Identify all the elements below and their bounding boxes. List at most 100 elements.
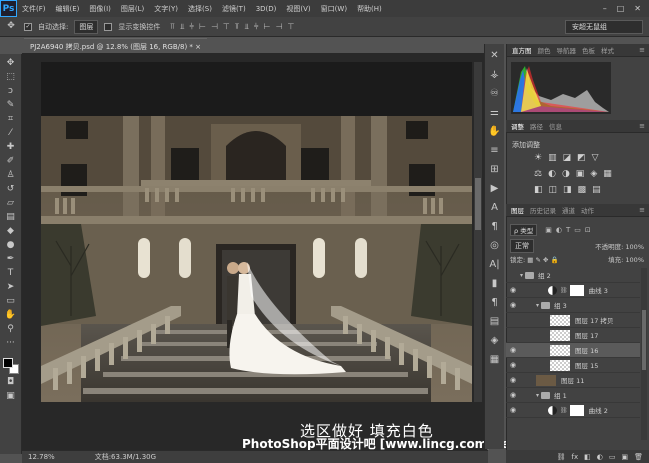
type-tool-icon[interactable]: T	[4, 268, 18, 279]
paragraph-icon[interactable]: ≡	[488, 145, 502, 156]
tab-navigator[interactable]: 导航器	[557, 45, 577, 55]
info-icon[interactable]: ▦	[488, 354, 502, 365]
menu-select[interactable]: 选择(S)	[183, 4, 217, 14]
auto-select-dropdown[interactable]: 图层	[74, 19, 99, 34]
new-layer-icon[interactable]: ▣	[621, 453, 628, 461]
posterize-adjustment-icon[interactable]: ◫	[549, 185, 558, 195]
tool-presets-icon[interactable]: ⊞	[488, 164, 502, 175]
layer-row[interactable]: ◉ ▾ 组 3	[506, 298, 640, 313]
layer-row[interactable]: 图层 17	[506, 328, 640, 343]
move-tool-icon[interactable]: ✥	[4, 21, 18, 32]
menu-3d[interactable]: 3D(D)	[251, 5, 282, 13]
quick-mask-icon[interactable]: ◘	[4, 377, 18, 388]
tab-histogram[interactable]: 直方图	[512, 45, 532, 55]
layer-row[interactable]: ◉ 图层 11	[506, 373, 640, 388]
minimize-icon[interactable]: –	[603, 4, 607, 13]
character-icon[interactable]: ✋	[488, 126, 502, 137]
history-brush-tool-icon[interactable]: ↺	[4, 184, 18, 195]
properties-icon[interactable]: ⚌	[488, 107, 502, 118]
menu-file[interactable]: 文件(F)	[17, 4, 51, 14]
menu-view[interactable]: 视图(V)	[281, 4, 315, 14]
distribute-right-icon[interactable]: ⊤	[287, 22, 294, 32]
threshold-adjustment-icon[interactable]: ◨	[563, 185, 572, 195]
screen-mode-icon[interactable]: ▣	[4, 391, 18, 402]
new-adjustment-icon[interactable]: ◐	[597, 453, 603, 461]
collapse-panels-icon[interactable]: ✕	[488, 50, 502, 61]
move-tool-icon[interactable]: ✥	[4, 58, 18, 69]
lasso-tool-icon[interactable]: ↄ	[4, 86, 18, 97]
tab-layers[interactable]: 图层	[511, 205, 524, 215]
brush-tool-icon[interactable]: ✐	[4, 156, 18, 167]
paths-icon[interactable]: ◈	[488, 335, 502, 346]
swatches-icon[interactable]: A	[488, 202, 502, 213]
foreground-color-swatch[interactable]	[2, 358, 13, 368]
3d-icon[interactable]: ◎	[488, 240, 502, 251]
hue-saturation-adjustment-icon[interactable]: ⚖	[534, 169, 542, 179]
opacity-value[interactable]: 100%	[625, 243, 644, 251]
canvas-scrollbar-thumb[interactable]	[475, 178, 481, 230]
panel-menu-icon[interactable]: ≡	[639, 206, 645, 214]
distribute-center-icon[interactable]: ⊣	[275, 22, 282, 32]
menu-edit[interactable]: 编辑(E)	[51, 4, 85, 14]
zoom-level[interactable]: 12.78%	[28, 453, 55, 461]
align-left-icon[interactable]: ⊢	[199, 22, 206, 32]
distribute-top-icon[interactable]: ⫪	[235, 22, 240, 32]
tab-paths[interactable]: 路径	[530, 121, 543, 131]
healing-brush-tool-icon[interactable]: ✚	[4, 142, 18, 153]
blend-mode-dropdown[interactable]: 正常	[510, 239, 534, 253]
layer-row-selected[interactable]: ◉ 图层 16	[506, 343, 640, 358]
add-mask-icon[interactable]: ◧	[584, 453, 591, 461]
menu-layer[interactable]: 图层(L)	[116, 4, 149, 14]
fill-value[interactable]: 100%	[625, 256, 644, 264]
curves-adjustment-icon[interactable]: ◪	[563, 153, 572, 163]
align-bottom-icon[interactable]: ⫩	[189, 22, 194, 32]
canvas-vertical-scrollbar[interactable]	[474, 62, 482, 402]
pixel-filter-icon[interactable]: ▣	[545, 226, 552, 234]
brightness-adjustment-icon[interactable]: ☀	[534, 153, 542, 163]
tab-actions[interactable]: 动作	[581, 205, 594, 215]
lock-icons[interactable]: ▦ ✎ ✥ 🔒	[527, 256, 558, 264]
color-lookup-adjustment-icon[interactable]: ▦	[603, 169, 612, 179]
group-expand-icon[interactable]: ▾	[536, 302, 539, 309]
eye-icon[interactable]: ◉	[506, 406, 520, 414]
brush-presets-icon[interactable]: ⚶	[488, 69, 502, 80]
layers-scrollbar-thumb[interactable]	[642, 310, 646, 370]
tab-info[interactable]: 信息	[549, 121, 562, 131]
tab-channels[interactable]: 通道	[562, 205, 575, 215]
tab-swatches[interactable]: 色板	[582, 45, 595, 55]
rectangle-tool-icon[interactable]: ▭	[4, 296, 18, 307]
hand-tool-icon[interactable]: ✋	[4, 310, 18, 321]
panel-menu-icon[interactable]: ≡	[639, 122, 645, 130]
menu-help[interactable]: 帮助(H)	[352, 4, 387, 14]
layer-row[interactable]: ▾ 组 2	[506, 268, 640, 283]
black-white-adjustment-icon[interactable]: ◑	[562, 169, 570, 179]
close-icon[interactable]: ✕	[634, 4, 641, 13]
tab-styles[interactable]: 样式	[601, 45, 614, 55]
eyedropper-tool-icon[interactable]: ⁄	[4, 128, 18, 139]
layer-filter-dropdown[interactable]: ρ 类型	[510, 224, 538, 236]
distribute-middle-icon[interactable]: ⫫	[244, 22, 249, 32]
exposure-adjustment-icon[interactable]: ◩	[577, 153, 586, 163]
gradient-map-adjustment-icon[interactable]: ▩	[578, 185, 587, 195]
crop-tool-icon[interactable]: ⌗	[4, 114, 18, 125]
selective-color-adjustment-icon[interactable]: ▤	[592, 185, 601, 195]
document-tab[interactable]: PJ2A6940 拷贝.psd @ 12.8% (图层 16, RGB/8) *…	[24, 38, 208, 53]
layer-row[interactable]: 图层 17 拷贝	[506, 313, 640, 328]
adjustment-filter-icon[interactable]: ◐	[556, 226, 562, 234]
eye-icon[interactable]: ◉	[506, 286, 520, 294]
invert-adjustment-icon[interactable]: ◧	[534, 185, 543, 195]
layer-row[interactable]: ◉ 图层 15	[506, 358, 640, 373]
workspace-dropdown[interactable]: 安超无鼠组	[565, 19, 643, 34]
clone-stamp-tool-icon[interactable]: ♙	[4, 170, 18, 181]
eye-icon[interactable]: ◉	[506, 376, 520, 384]
layer-style-icon[interactable]: fx	[572, 453, 579, 461]
type-filter-icon[interactable]: T	[566, 226, 570, 234]
distribute-left-icon[interactable]: ⊢	[264, 22, 271, 32]
eraser-tool-icon[interactable]: ▱	[4, 198, 18, 209]
layer-row[interactable]: ◉ ▾ 组 1	[506, 388, 640, 403]
link-layers-icon[interactable]: ⛓	[557, 453, 566, 461]
panel-menu-icon[interactable]: ≡	[639, 46, 645, 54]
color-balance-adjustment-icon[interactable]: ◐	[548, 169, 556, 179]
layer-comps-icon[interactable]: ▤	[488, 316, 502, 327]
new-group-icon[interactable]: ▭	[609, 453, 616, 461]
